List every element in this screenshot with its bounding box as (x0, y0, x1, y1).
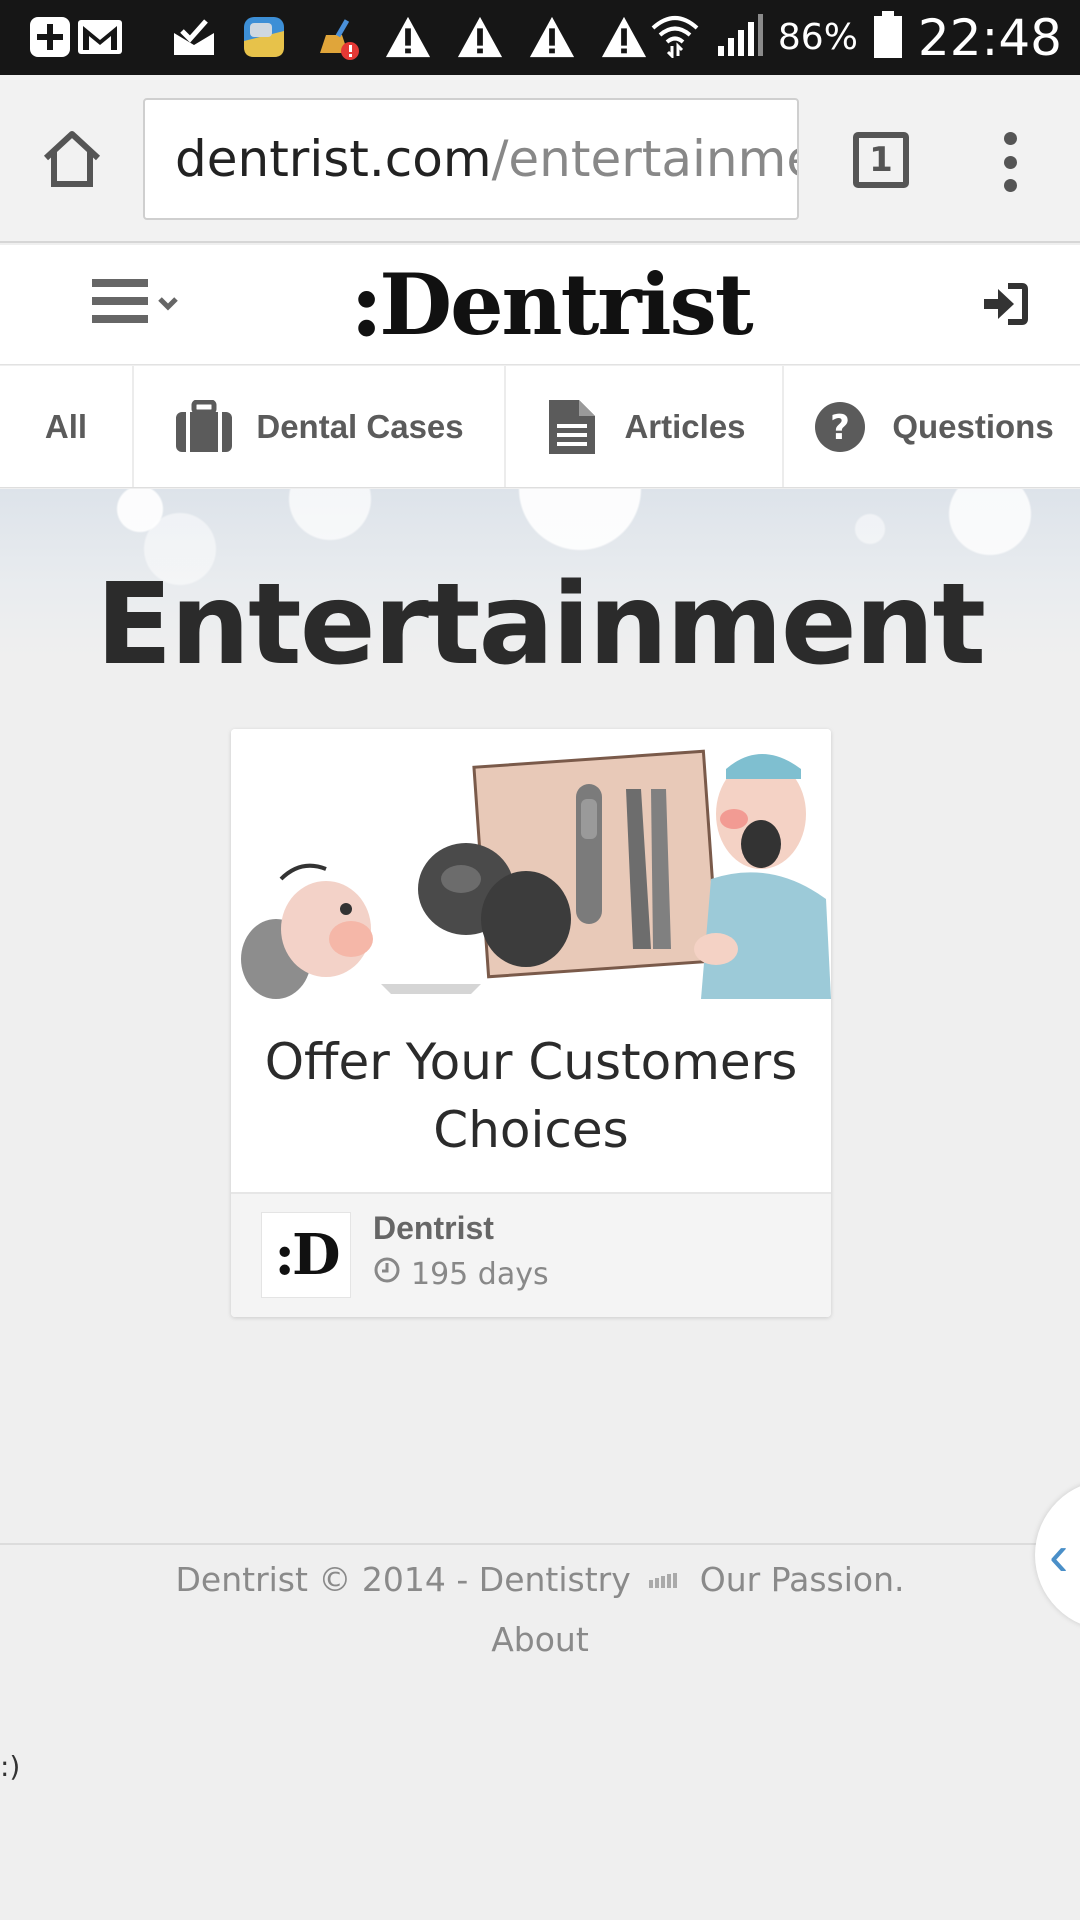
document-icon (542, 399, 602, 455)
battery-percent: 86% (777, 17, 858, 58)
overflow-menu-icon[interactable] (995, 132, 1025, 192)
tab-switcher-button[interactable]: 1 (853, 132, 909, 188)
logo-text: Dentrist (379, 254, 753, 354)
tab-label: Dental Cases (256, 408, 464, 445)
warning-icon (384, 14, 432, 60)
svg-text:?: ? (830, 408, 850, 448)
passion-text: Our Passion. (699, 1560, 905, 1599)
page-title: Entertainment (95, 560, 986, 690)
add-icon (26, 14, 74, 60)
cleaner-icon (312, 14, 360, 60)
mail-check-icon (170, 14, 218, 60)
chevron-left-icon[interactable]: ‹ (1035, 1480, 1080, 1630)
footer-divider (0, 1543, 1080, 1545)
tab-dental-cases[interactable]: Dental Cases (134, 366, 506, 487)
gmail-icon (76, 14, 124, 60)
tab-label: Articles (624, 408, 746, 445)
copyright-text: Dentrist © 2014 - Dentistry (175, 1560, 631, 1599)
post-age: 195 days (373, 1256, 549, 1292)
tab-questions[interactable]: ? Questions (784, 366, 1080, 487)
post-card-footer: :D Dentrist 195 days (231, 1194, 831, 1317)
battery-icon (872, 10, 904, 65)
clock-icon (373, 1256, 401, 1292)
url-bar[interactable]: dentrist.com/entertainment (143, 98, 799, 220)
category-tabs: All Dental Cases Articles ? Questions (0, 366, 1080, 488)
tab-label: All (44, 408, 88, 445)
tab-label: Questions (892, 408, 1054, 445)
gallery-icon (240, 14, 288, 60)
warning-icon (456, 14, 504, 60)
briefcase-icon (174, 399, 234, 455)
url-host: dentrist.com (175, 130, 492, 188)
hamburger-icon[interactable] (92, 277, 192, 327)
post-card[interactable]: Offer Your Customers Choices :D Dentrist… (231, 729, 831, 1317)
site-logo[interactable]: : Dentrist (350, 249, 754, 359)
post-age-label: 195 days (411, 1256, 549, 1292)
warning-icon (528, 14, 576, 60)
tab-all[interactable]: All (0, 366, 134, 487)
question-circle-icon: ? (810, 399, 870, 455)
browser-toolbar: dentrist.com/entertainment 1 (0, 75, 1080, 243)
tab-articles[interactable]: Articles (506, 366, 784, 487)
smiley-text: :) (0, 1750, 21, 1783)
footer-copyright: Dentrist © 2014 - Dentistry Our Passion. (0, 1560, 1080, 1601)
warning-icon (600, 14, 648, 60)
tooth-brush-icon (647, 1562, 683, 1601)
wifi-icon (650, 12, 700, 63)
site-header: : Dentrist (0, 245, 1080, 365)
url-path: /entertainment (491, 130, 797, 188)
post-card-title[interactable]: Offer Your Customers Choices (231, 999, 831, 1194)
signal-icon (714, 12, 764, 63)
logo-dots: : (350, 251, 383, 357)
status-bar: 86% 22:48 (0, 0, 1080, 75)
home-icon[interactable] (40, 128, 104, 192)
avatar[interactable]: :D (261, 1212, 351, 1298)
post-author[interactable]: Dentrist (373, 1210, 494, 1247)
clock: 22:48 (917, 8, 1062, 67)
post-card-image[interactable] (231, 729, 831, 999)
about-link[interactable]: About (0, 1620, 1080, 1659)
sign-in-icon[interactable] (982, 283, 1028, 325)
